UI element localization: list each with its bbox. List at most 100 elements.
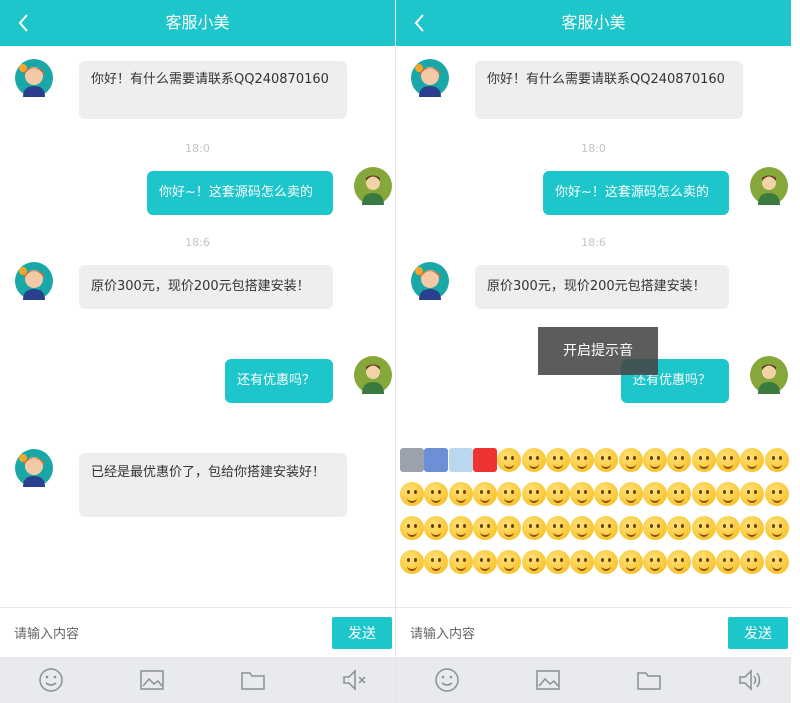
smile-icon[interactable] <box>36 666 66 694</box>
agent-avatar[interactable] <box>411 59 449 97</box>
header: 客服小美 <box>396 0 791 46</box>
agent-avatar[interactable] <box>15 449 53 487</box>
emoji-icon[interactable] <box>740 448 765 472</box>
speaker-muted-icon[interactable] <box>339 666 369 694</box>
emoji-icon[interactable] <box>764 482 789 506</box>
emoji-icon[interactable] <box>667 482 692 506</box>
emoji-icon[interactable] <box>618 482 643 506</box>
speaker-icon[interactable] <box>735 666 765 694</box>
emoji-icon[interactable] <box>545 482 570 506</box>
emoji-icon[interactable] <box>691 550 716 574</box>
message-input[interactable] <box>12 622 316 646</box>
user-avatar[interactable] <box>354 356 392 394</box>
emoji-icon[interactable] <box>497 448 522 472</box>
emoji-icon[interactable] <box>643 482 667 506</box>
emoji-icon[interactable] <box>764 550 789 574</box>
user-avatar[interactable] <box>750 356 788 394</box>
emoji-icon[interactable] <box>497 482 522 506</box>
emoji-icon[interactable] <box>594 448 619 472</box>
send-button[interactable]: 发送 <box>332 617 392 649</box>
emoji-icon[interactable] <box>497 550 522 574</box>
emoji-icon[interactable] <box>691 448 716 472</box>
emoji-icon[interactable] <box>618 550 643 574</box>
emoji-icon[interactable] <box>740 516 765 540</box>
agent-avatar[interactable] <box>15 59 53 97</box>
emoji-icon[interactable] <box>472 448 497 472</box>
user-avatar[interactable] <box>750 167 788 205</box>
user-avatar[interactable] <box>354 167 392 205</box>
emoji-icon[interactable] <box>764 448 789 472</box>
emoji-icon[interactable] <box>424 516 449 540</box>
page-title: 客服小美 <box>165 13 230 32</box>
emoji-icon[interactable] <box>643 550 667 574</box>
emoji-icon[interactable] <box>715 516 740 540</box>
emoji-icon[interactable] <box>400 482 424 506</box>
emoji-icon[interactable] <box>618 516 643 540</box>
emoji-icon[interactable] <box>715 448 740 472</box>
emoji-icon[interactable] <box>667 550 692 574</box>
emoji-icon[interactable] <box>570 448 595 472</box>
emoji-icon[interactable] <box>545 550 570 574</box>
emoji-icon[interactable] <box>545 516 570 540</box>
emoji-icon[interactable] <box>424 550 449 574</box>
folder-icon[interactable] <box>238 666 268 694</box>
message-bubble-incoming: 已经是最优惠价了，包给你搭建安装好！ <box>79 453 347 517</box>
message-bubble-incoming: 你好！有什么需要请联系QQ240870160 <box>79 61 347 119</box>
message-bubble-incoming: 原价300元，现价200元包搭建安装！ <box>79 265 333 309</box>
send-button[interactable]: 发送 <box>728 617 788 649</box>
emoji-icon[interactable] <box>715 482 740 506</box>
smile-icon[interactable] <box>432 666 462 694</box>
emoji-icon[interactable] <box>521 516 546 540</box>
emoji-icon[interactable] <box>643 448 667 472</box>
emoji-icon[interactable] <box>715 550 740 574</box>
image-icon[interactable] <box>137 666 167 694</box>
emoji-icon[interactable] <box>570 482 595 506</box>
emoji-icon[interactable] <box>594 550 619 574</box>
emoji-icon[interactable] <box>740 550 765 574</box>
message-timestamp: 18:0 <box>581 142 606 155</box>
emoji-icon[interactable] <box>570 516 595 540</box>
emoji-icon[interactable] <box>521 482 546 506</box>
emoji-icon[interactable] <box>472 550 497 574</box>
emoji-icon[interactable] <box>667 448 692 472</box>
message-input[interactable] <box>408 622 712 646</box>
emoji-icon[interactable] <box>448 516 473 540</box>
header: 客服小美 <box>0 0 395 46</box>
emoji-icon[interactable] <box>400 448 424 472</box>
emoji-icon[interactable] <box>448 550 473 574</box>
emoji-icon[interactable] <box>400 516 424 540</box>
emoji-icon[interactable] <box>448 482 473 506</box>
emoji-icon[interactable] <box>594 482 619 506</box>
emoji-icon[interactable] <box>643 516 667 540</box>
folder-icon[interactable] <box>634 666 664 694</box>
input-bar: 发送 <box>396 607 791 658</box>
emoji-icon[interactable] <box>472 516 497 540</box>
emoji-icon[interactable] <box>764 516 789 540</box>
emoji-icon[interactable] <box>594 516 619 540</box>
emoji-icon[interactable] <box>521 550 546 574</box>
emoji-icon[interactable] <box>424 448 449 472</box>
emoji-icon[interactable] <box>618 448 643 472</box>
emoji-icon[interactable] <box>545 448 570 472</box>
agent-avatar[interactable] <box>15 262 53 300</box>
image-icon[interactable] <box>533 666 563 694</box>
emoji-icon[interactable] <box>740 482 765 506</box>
message-bubble-outgoing: 还有优惠吗？ <box>225 359 333 403</box>
emoji-icon[interactable] <box>521 448 546 472</box>
message-timestamp: 18:6 <box>185 236 210 249</box>
message-bubble-outgoing: 你好~！这套源码怎么卖的 <box>543 171 729 215</box>
emoji-icon[interactable] <box>424 482 449 506</box>
emoji-icon[interactable] <box>472 482 497 506</box>
emoji-icon[interactable] <box>497 516 522 540</box>
emoji-icon[interactable] <box>667 516 692 540</box>
emoji-icon[interactable] <box>691 516 716 540</box>
toolbar <box>0 657 395 703</box>
message-timestamp: 18:0 <box>185 142 210 155</box>
emoji-icon[interactable] <box>448 448 473 472</box>
emoji-icon[interactable] <box>570 550 595 574</box>
agent-avatar[interactable] <box>411 262 449 300</box>
emoji-icon[interactable] <box>691 482 716 506</box>
emoji-icon[interactable] <box>400 550 424 574</box>
input-bar: 发送 <box>0 607 395 658</box>
toast-notification: 开启提示音 <box>538 327 658 375</box>
